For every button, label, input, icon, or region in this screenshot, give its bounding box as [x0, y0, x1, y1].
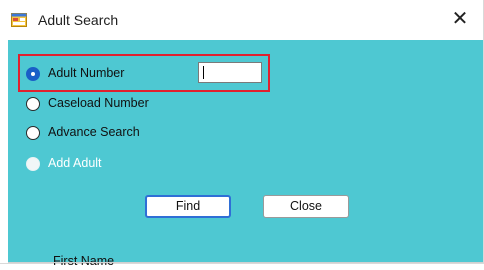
- form-window-icon: [11, 13, 27, 27]
- radio-caseload-number[interactable]: [26, 97, 40, 111]
- adult-number-input[interactable]: [198, 62, 262, 83]
- radio-label-advance-search: Advance Search: [48, 125, 140, 139]
- window-bottom-edge: [8, 262, 483, 263]
- adult-search-window: Adult Search ✕ Adult Number Caseload Num…: [0, 0, 484, 268]
- find-button[interactable]: Find: [145, 195, 231, 218]
- text-caret: [203, 66, 204, 79]
- close-button[interactable]: Close: [263, 195, 349, 218]
- radio-label-adult-number: Adult Number: [48, 66, 125, 80]
- radio-label-add-adult: Add Adult: [48, 156, 102, 170]
- radio-add-adult: [26, 157, 40, 171]
- close-window-icon[interactable]: ✕: [449, 8, 471, 30]
- radio-adult-number[interactable]: [26, 67, 40, 81]
- window-title: Adult Search: [38, 12, 119, 28]
- radio-label-caseload-number: Caseload Number: [48, 96, 149, 110]
- radio-advance-search[interactable]: [26, 126, 40, 140]
- title-bar: Adult Search ✕: [0, 0, 483, 40]
